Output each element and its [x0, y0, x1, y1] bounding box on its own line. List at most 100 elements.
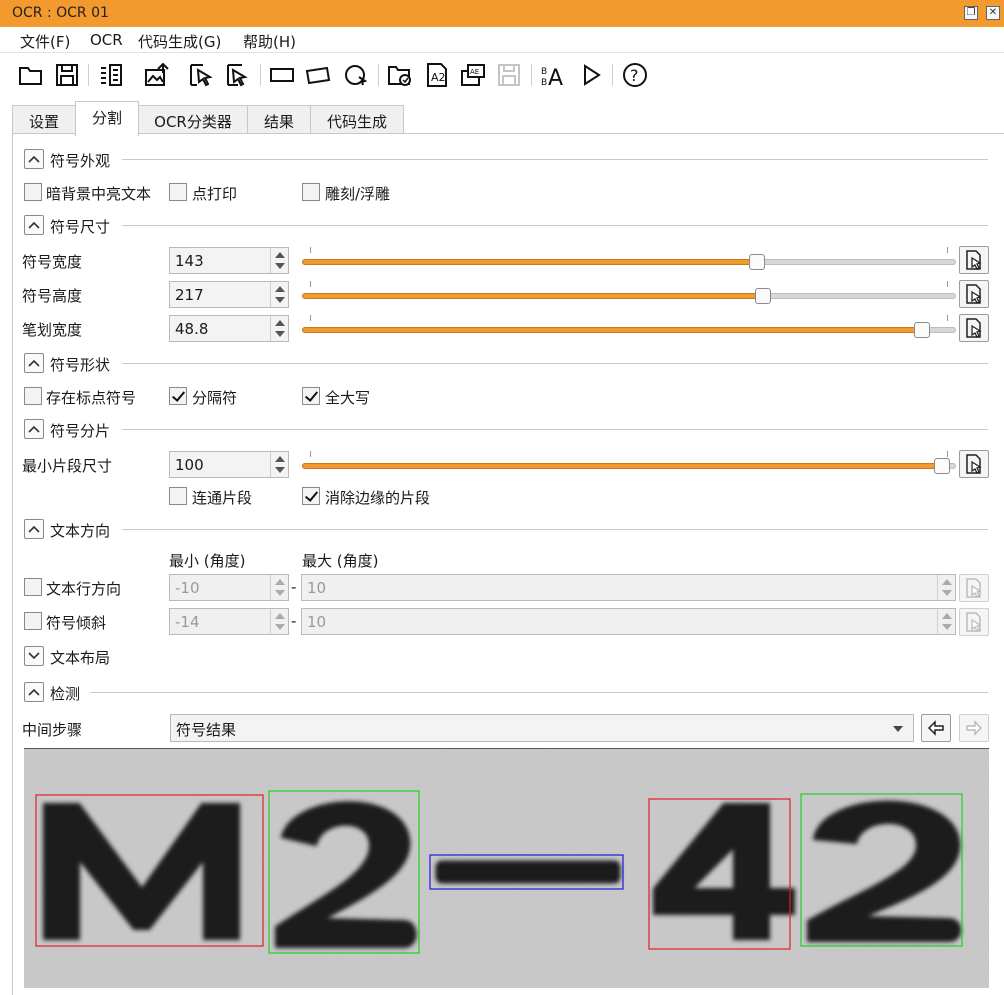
folder-ocr-icon[interactable] — [386, 61, 414, 89]
uppercase-checkbox[interactable] — [302, 387, 320, 405]
auto-estimate-icon — [966, 612, 982, 632]
save-icon[interactable] — [53, 61, 81, 89]
rotated-rectangle-icon[interactable] — [304, 61, 332, 89]
menu-codegen[interactable]: 代码生成(G) — [138, 31, 221, 52]
expand-layout-button[interactable] — [24, 646, 44, 666]
char-font-icon[interactable]: A2 — [423, 61, 451, 89]
line-orientation-auto-button — [959, 574, 989, 602]
section-detection-title: 检测 — [50, 685, 81, 703]
play-icon[interactable] — [577, 61, 605, 89]
light-on-dark-label: 暗背景中亮文本 — [46, 185, 152, 203]
collapse-shape-button[interactable] — [24, 353, 44, 373]
symbol-height-slider[interactable] — [302, 281, 956, 309]
arrow-right-icon — [966, 720, 983, 736]
auto-estimate-icon — [966, 250, 982, 270]
ocr-sample-image — [24, 749, 989, 988]
collapse-detection-button[interactable] — [24, 682, 44, 702]
chevron-up-icon — [28, 425, 40, 433]
font-size-icon[interactable]: BBA — [539, 61, 567, 89]
load-image-icon[interactable] — [143, 61, 171, 89]
symbol-slant-checkbox[interactable] — [24, 612, 42, 630]
stroke-width-slider-handle[interactable] — [914, 322, 930, 338]
symbol-slant-min-spinbox: -14 — [169, 608, 289, 635]
punctuation-label: 存在标点符号 — [46, 389, 137, 407]
symbol-height-spinbox[interactable]: 217 — [169, 281, 289, 308]
uppercase-label: 全大写 — [325, 389, 371, 407]
min-fragment-auto-button[interactable] — [959, 450, 989, 478]
engraved-checkbox[interactable] — [302, 183, 320, 201]
svg-text:AE: AE — [470, 68, 479, 76]
tab-ocr-classifier[interactable]: OCR分类器 — [138, 105, 248, 135]
symbol-width-slider-handle[interactable] — [749, 254, 765, 270]
symbol-width-auto-button[interactable] — [959, 246, 989, 274]
stroke-width-spinbox[interactable]: 48.8 — [169, 315, 289, 342]
tab-results[interactable]: 结果 — [247, 105, 311, 135]
symbol-width-slider[interactable] — [302, 247, 956, 275]
restore-icon[interactable]: ❐ — [964, 6, 978, 20]
auto-estimate-icon — [966, 318, 982, 338]
menu-file[interactable]: 文件(F) — [20, 31, 70, 52]
close-icon[interactable]: ✕ — [986, 6, 1000, 20]
chevron-down-icon — [28, 652, 40, 660]
stroke-width-auto-button[interactable] — [959, 314, 989, 342]
section-layout-title: 文本布局 — [50, 649, 111, 667]
tab-segmentation[interactable]: 分割 — [75, 101, 139, 136]
range-dash: - — [291, 612, 297, 630]
rectangle-icon[interactable] — [268, 61, 296, 89]
cut-region-icon[interactable] — [224, 61, 252, 89]
line-orientation-min-value: -10 — [175, 579, 200, 597]
svg-text:A: A — [548, 66, 563, 88]
chevron-down-icon — [893, 726, 903, 732]
dot-print-checkbox[interactable] — [169, 183, 187, 201]
dot-print-label: 点打印 — [192, 185, 238, 203]
previous-step-button[interactable] — [921, 714, 951, 742]
help-icon[interactable]: ? — [621, 61, 649, 89]
symbol-height-slider-handle[interactable] — [755, 288, 771, 304]
stroke-width-value: 48.8 — [175, 320, 209, 338]
symbol-slant-label: 符号倾斜 — [46, 614, 107, 632]
symbol-slant-auto-button — [959, 608, 989, 636]
connected-fragments-label: 连通片段 — [192, 489, 253, 507]
punctuation-checkbox[interactable] — [24, 387, 42, 405]
stroke-width-slider[interactable] — [302, 315, 956, 343]
min-fragment-slider-handle[interactable] — [934, 458, 950, 474]
cut-select-icon[interactable] — [187, 61, 215, 89]
separator-checkbox[interactable] — [169, 387, 187, 405]
segmentation-image-viewer[interactable] — [24, 748, 989, 988]
chevron-up-icon — [28, 221, 40, 229]
line-orientation-label: 文本行方向 — [46, 580, 122, 598]
collapse-orientation-button[interactable] — [24, 519, 44, 539]
section-size-title: 符号尺寸 — [50, 218, 111, 236]
line-orientation-max-value: 10 — [307, 579, 327, 597]
min-fragment-spinbox[interactable]: 100 — [169, 451, 289, 478]
remove-border-checkbox[interactable] — [302, 487, 320, 505]
menu-ocr[interactable]: OCR — [90, 31, 123, 49]
line-orientation-checkbox[interactable] — [24, 578, 42, 596]
circle-region-icon[interactable] — [342, 61, 370, 89]
stroke-width-label: 笔划宽度 — [22, 321, 83, 339]
min-fragment-label: 最小片段尺寸 — [22, 457, 113, 475]
max-angle-header: 最大 (角度) — [302, 552, 379, 570]
save-image-icon[interactable]: AE — [459, 61, 487, 89]
svg-text:?: ? — [630, 66, 639, 85]
auto-estimate-icon — [966, 284, 982, 304]
line-orientation-max-spinbox: 10 — [301, 574, 956, 601]
svg-text:B: B — [541, 78, 547, 88]
section-shape-title: 符号形状 — [50, 356, 111, 374]
min-fragment-slider[interactable] — [302, 451, 956, 479]
light-on-dark-checkbox[interactable] — [24, 183, 42, 201]
symbol-height-auto-button[interactable] — [959, 280, 989, 308]
symbol-width-spinbox[interactable]: 143 — [169, 247, 289, 274]
open-folder-icon[interactable] — [17, 61, 45, 89]
tab-settings[interactable]: 设置 — [12, 105, 76, 135]
collapse-appearance-button[interactable] — [24, 149, 44, 169]
intermediate-step-select[interactable]: 符号结果 — [170, 714, 914, 742]
menu-bar: 文件(F) OCR 代码生成(G) 帮助(H) — [0, 27, 1004, 53]
collapse-size-button[interactable] — [24, 215, 44, 235]
min-fragment-value: 100 — [175, 456, 204, 474]
image-list-icon[interactable] — [97, 61, 125, 89]
connected-fragments-checkbox[interactable] — [169, 487, 187, 505]
menu-help[interactable]: 帮助(H) — [243, 31, 296, 52]
tab-code-generation[interactable]: 代码生成 — [310, 105, 404, 135]
collapse-fragment-button[interactable] — [24, 419, 44, 439]
